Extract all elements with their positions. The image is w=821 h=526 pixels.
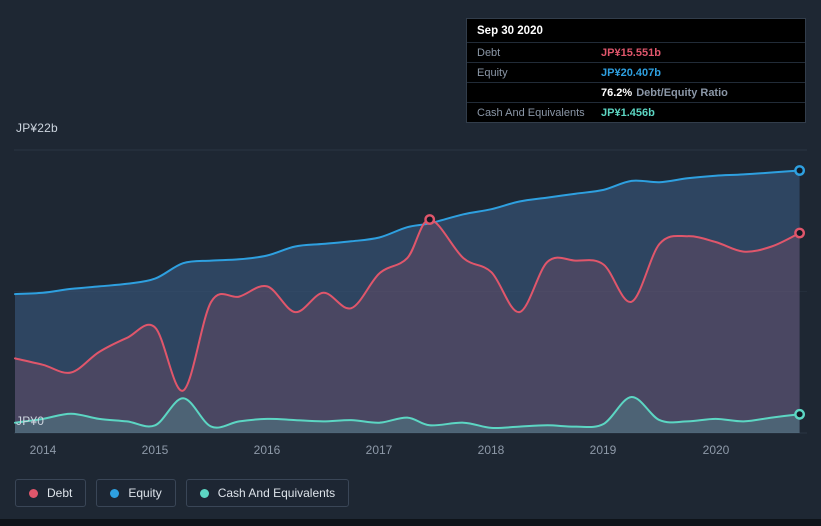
legend-item-equity[interactable]: Equity xyxy=(96,479,176,507)
tooltip-debt-value: JP¥15.551b xyxy=(601,46,661,59)
tooltip-equity-value: JP¥20.407b xyxy=(601,66,661,79)
tooltip-debt-label: Debt xyxy=(477,46,501,59)
tooltip-ratio-caption: Debt/Equity Ratio xyxy=(636,86,728,99)
tooltip-ratio-value: 76.2% Debt/Equity Ratio xyxy=(601,87,728,99)
legend-item-debt[interactable]: Debt xyxy=(15,479,87,507)
bottom-divider xyxy=(0,519,821,526)
legend-label-cash: Cash And Equivalents xyxy=(217,486,336,500)
tooltip-ratio-percent: 76.2% xyxy=(601,86,633,99)
x-tick-2015: 2015 xyxy=(141,443,169,457)
legend-label-debt: Debt xyxy=(47,486,73,500)
x-tick-2016: 2016 xyxy=(253,443,281,457)
x-tick-2018: 2018 xyxy=(477,443,505,457)
tooltip-cash-label: Cash And Equivalents xyxy=(477,106,585,119)
tooltip-row-debt: Debt JP¥15.551b xyxy=(467,42,805,62)
legend: Debt Equity Cash And Equivalents xyxy=(15,479,350,507)
equity-series-dot-icon xyxy=(110,488,120,498)
y-axis-label-zero: JP¥0 xyxy=(16,414,45,428)
tooltip-cash-value: JP¥1.456b xyxy=(601,106,655,119)
tooltip-equity-label: Equity xyxy=(477,66,508,79)
tooltip-row-ratio: 76.2% Debt/Equity Ratio xyxy=(467,82,805,102)
tooltip-row-cash: Cash And Equivalents JP¥1.456b xyxy=(467,102,805,122)
tooltip-row-equity: Equity JP¥20.407b xyxy=(467,62,805,82)
chart-tooltip: Sep 30 2020 Debt JP¥15.551b Equity JP¥20… xyxy=(466,18,806,123)
x-tick-2019: 2019 xyxy=(589,443,617,457)
legend-item-cash[interactable]: Cash And Equivalents xyxy=(185,479,350,507)
debt-equity-chart-panel: JP¥22b JP¥0 2014 2015 2016 2017 2018 2019 2020… xyxy=(0,0,821,526)
tooltip-date: Sep 30 2020 xyxy=(477,25,543,37)
x-tick-2017: 2017 xyxy=(365,443,393,457)
y-axis-label-max: JP¥22b xyxy=(16,121,58,135)
x-tick-2014: 2014 xyxy=(29,443,57,457)
cash-series-dot-icon xyxy=(199,488,209,498)
legend-label-equity: Equity xyxy=(128,486,162,500)
x-tick-2020: 2020 xyxy=(702,443,730,457)
x-axis: 2014 2015 2016 2017 2018 2019 2020 xyxy=(0,443,821,459)
debt-series-dot-icon xyxy=(29,488,38,498)
